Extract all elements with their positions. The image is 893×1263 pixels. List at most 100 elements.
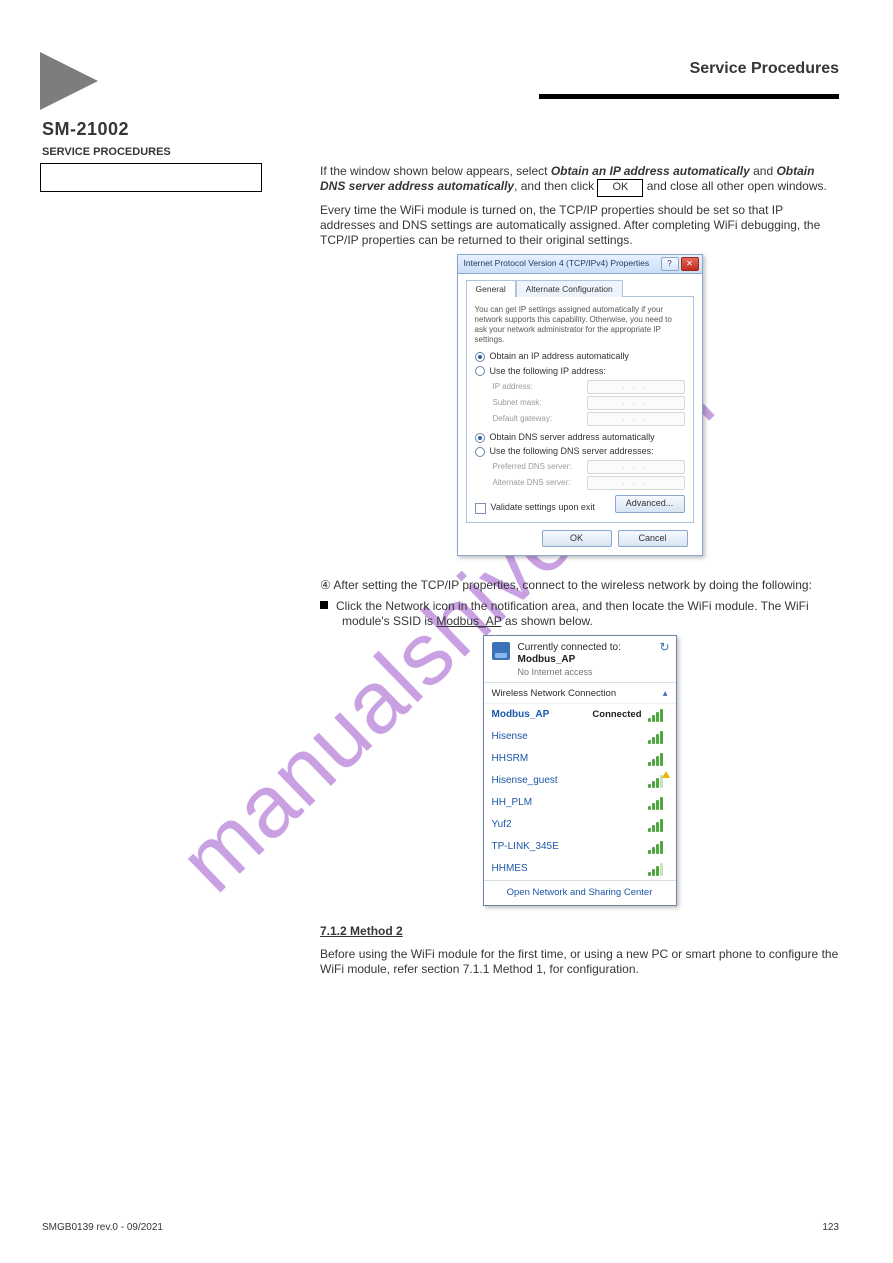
wifi-network-list: Modbus_AP Connected Hisense HHSRM Hisense_gu… [484, 704, 676, 880]
wifi-flyout: Currently connected to: Modbus_AP No Int… [483, 635, 677, 906]
row-subnet-mask: Subnet mask: [493, 396, 685, 410]
row-default-gateway: Default gateway: [493, 412, 685, 426]
cancel-button[interactable]: Cancel [618, 530, 688, 547]
input-subnet-mask[interactable] [587, 396, 685, 410]
tab-alternate-configuration[interactable]: Alternate Configuration [516, 280, 623, 298]
row-alternate-dns: Alternate DNS server: [493, 476, 685, 490]
help-button[interactable]: ? [661, 257, 679, 271]
content-column: If the window shown below appears, selec… [320, 160, 839, 1017]
wifi-network-item[interactable]: Hisense [484, 726, 676, 748]
label-default-gateway: Default gateway: [493, 414, 581, 424]
footer-left: SMGB0139 rev.0 - 09/2021 [42, 1222, 163, 1233]
wifi-ssid: HHSRM [492, 753, 529, 766]
label-alternate-dns: Alternate DNS server: [493, 478, 581, 488]
decorative-triangle [40, 52, 98, 110]
ipv4-titlebar[interactable]: Internet Protocol Version 4 (TCP/IPv4) P… [458, 255, 702, 274]
wifi-ssid: Modbus_AP [492, 709, 550, 722]
radio-use-following-dns[interactable]: Use the following DNS server addresses: [475, 446, 685, 457]
signal-strength-icon [648, 862, 668, 876]
title-rule [539, 94, 839, 99]
radio-label: Obtain an IP address automatically [490, 351, 629, 362]
signal-strength-icon [648, 818, 668, 832]
wifi-connected-badge: Connected [592, 709, 641, 721]
ipv4-window-title: Internet Protocol Version 4 (TCP/IPv4) P… [464, 258, 650, 269]
signal-strength-icon [648, 752, 668, 766]
page-footer: SMGB0139 rev.0 - 09/2021 123 [0, 1222, 893, 1233]
radio-icon [475, 366, 485, 376]
warning-icon [662, 771, 670, 778]
ipv4-intro-text: You can get IP settings assigned automat… [475, 305, 685, 345]
close-button[interactable]: ✕ [681, 257, 699, 271]
signal-strength-icon [648, 796, 668, 810]
wifi-ssid: HH_PLM [492, 797, 533, 810]
radio-label: Use the following IP address: [490, 366, 606, 377]
section-label: SERVICE PROCEDURES [42, 146, 171, 158]
label-preferred-dns: Preferred DNS server: [493, 462, 581, 472]
wifi-section-label: Wireless Network Connection [492, 688, 617, 700]
advanced-button[interactable]: Advanced... [615, 495, 685, 512]
active-ssid: Modbus_AP [518, 654, 621, 667]
wifi-network-item[interactable]: Modbus_AP Connected [484, 704, 676, 726]
wifi-section-header[interactable]: Wireless Network Connection ▴ [484, 683, 676, 704]
side-box [40, 163, 262, 192]
tab-general[interactable]: General [466, 280, 516, 298]
row-preferred-dns: Preferred DNS server: [493, 460, 685, 474]
bullet-text-2: as shown below. [501, 614, 592, 628]
currently-connected-label: Currently connected to: [518, 642, 621, 655]
step-4: ④ After setting the TCP/IP properties, c… [320, 578, 839, 593]
network-icon [492, 642, 510, 660]
label-ip-address: IP address: [493, 382, 581, 392]
section-code: SM-21002 [42, 119, 129, 140]
intro-tail-1: , and then click [514, 179, 597, 193]
intro-em-1: Obtain an IP address automatically [551, 164, 750, 178]
checkbox-icon [475, 503, 486, 514]
page-title: Service Procedures [690, 60, 839, 78]
wifi-network-item[interactable]: HH_PLM [484, 792, 676, 814]
intro-text-1: If the window shown below appears, selec… [320, 164, 547, 178]
wifi-network-item[interactable]: Yuf2 [484, 814, 676, 836]
radio-obtain-dns-auto[interactable]: Obtain DNS server address automatically [475, 432, 685, 443]
intro-paragraph-2: Every time the WiFi module is turned on,… [320, 203, 839, 248]
radio-use-following-ip[interactable]: Use the following IP address: [475, 366, 685, 377]
signal-strength-icon [648, 730, 668, 744]
wifi-current-connection: Currently connected to: Modbus_AP No Int… [484, 636, 676, 683]
wifi-network-item[interactable]: HHMES [484, 858, 676, 880]
open-network-center-link[interactable]: Open Network and Sharing Center [484, 880, 676, 905]
signal-strength-icon [648, 774, 668, 788]
radio-icon [475, 433, 485, 443]
chevron-up-icon: ▴ [663, 688, 668, 700]
wifi-network-item[interactable]: Hisense_guest [484, 770, 676, 792]
ok-button[interactable]: OK [542, 530, 612, 547]
signal-strength-icon [648, 708, 668, 722]
intro-paragraph-1: If the window shown below appears, selec… [320, 164, 839, 197]
wifi-ssid: Hisense [492, 731, 528, 744]
bullet-connect: Click the Network icon in the notificati… [342, 599, 839, 629]
radio-label: Use the following DNS server addresses: [490, 446, 654, 457]
radio-label: Obtain DNS server address automatically [490, 432, 655, 443]
refresh-icon[interactable]: ↻ [659, 640, 669, 655]
input-alternate-dns[interactable] [587, 476, 685, 490]
wifi-network-item[interactable]: TP-LINK_345E [484, 836, 676, 858]
label-subnet-mask: Subnet mask: [493, 398, 581, 408]
intro-mid: and [750, 164, 777, 178]
ipv4-properties-window: Internet Protocol Version 4 (TCP/IPv4) P… [457, 254, 703, 556]
subsection-body: Before using the WiFi module for the fir… [320, 947, 839, 977]
intro-tail-2: and close all other open windows. [647, 179, 827, 193]
input-ip-address[interactable] [587, 380, 685, 394]
input-default-gateway[interactable] [587, 412, 685, 426]
radio-icon [475, 352, 485, 362]
inline-ok-button-graphic: OK [597, 179, 643, 197]
footer-page-number: 123 [822, 1222, 839, 1233]
square-bullet-icon [320, 601, 328, 609]
radio-obtain-ip-auto[interactable]: Obtain an IP address automatically [475, 351, 685, 362]
wifi-ssid: TP-LINK_345E [492, 841, 559, 854]
wifi-ssid: Yuf2 [492, 819, 512, 832]
tab-panel: You can get IP settings assigned automat… [466, 296, 694, 522]
checkbox-validate[interactable]: Validate settings upon exit [475, 502, 595, 513]
signal-strength-icon [648, 840, 668, 854]
wifi-network-item[interactable]: HHSRM [484, 748, 676, 770]
bullet-ssid: Modbus_AP [436, 614, 501, 628]
wifi-ssid: Hisense_guest [492, 775, 558, 788]
active-status: No Internet access [518, 667, 621, 678]
input-preferred-dns[interactable] [587, 460, 685, 474]
